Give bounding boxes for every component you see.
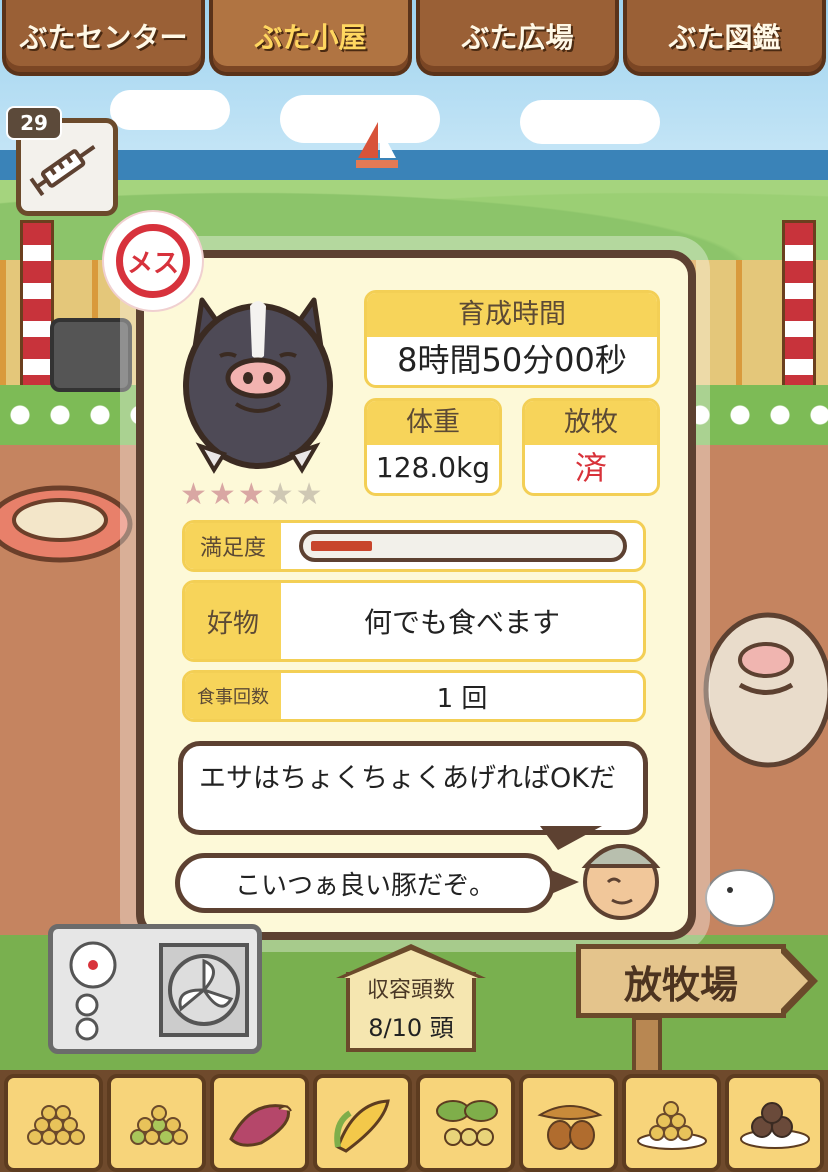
sailboat-icon <box>356 122 398 168</box>
tab-label: ぶた小屋 <box>254 21 367 54</box>
rating-stars: ★ ★ ★ ★ ★ <box>180 480 323 510</box>
star-filled-icon: ★ <box>208 477 236 512</box>
gender-label: メス <box>126 248 179 279</box>
syringe-count-badge: 29 <box>6 106 62 140</box>
food-slot-corn[interactable] <box>313 1074 412 1172</box>
dumpling-plate-icon <box>739 1102 810 1149</box>
acorn-icon <box>536 1105 603 1150</box>
fan-icon <box>69 941 249 1041</box>
striped-post <box>20 220 54 400</box>
food-slot-grain[interactable] <box>4 1074 103 1172</box>
capacity-value: 8/10 頭 <box>368 1014 454 1042</box>
satisfaction-content <box>281 523 643 569</box>
tab-buta-hiroba[interactable]: ぶた広場 <box>416 0 619 76</box>
pasture-label: 放牧場 <box>623 962 738 1007</box>
food-slot-dumpling-plate[interactable] <box>725 1074 824 1172</box>
satisfaction-bar <box>299 530 627 562</box>
weight-box: 体重 128.0kg <box>364 398 502 496</box>
star-filled-icon: ★ <box>180 477 207 512</box>
comment-bubble: こいつぁ良い豚だぞ。 <box>175 853 555 913</box>
tab-label: ぶた広場 <box>461 21 574 54</box>
food-slot-grain-plate[interactable] <box>622 1074 721 1172</box>
food-selection-bar <box>0 1070 828 1172</box>
star-filled-icon: ★ <box>237 477 265 512</box>
soybean-icon <box>435 1100 498 1146</box>
advice-bubble: エサはちょくちょくあげればOKだ <box>178 741 648 835</box>
pasture-board: 放牧場 <box>576 944 786 1018</box>
sign-post <box>632 1016 662 1076</box>
growth-time-value: 8時間50分00秒 <box>397 341 627 379</box>
satisfaction-fill <box>311 541 372 551</box>
comment-bubble-tail <box>551 870 579 894</box>
favorite-food-value: 何でも食べます <box>363 606 560 639</box>
fan-control-panel[interactable] <box>48 924 262 1054</box>
cloud <box>520 100 660 144</box>
grain-pile-icon <box>26 1105 85 1145</box>
satisfaction-label: 満足度 <box>185 523 281 569</box>
food-slot-soybean[interactable] <box>416 1074 515 1172</box>
favorite-food-label: 好物 <box>185 583 281 659</box>
grazing-value: 済 <box>574 449 607 487</box>
favorite-food-row: 好物 何でも食べます <box>182 580 646 662</box>
meal-count-label: 食事回数 <box>185 673 281 719</box>
star-empty-icon: ★ <box>295 477 323 512</box>
meal-count-value: 1 回 <box>436 683 488 714</box>
mixed-grain-icon <box>129 1105 188 1145</box>
syringe-icon <box>29 145 96 197</box>
star-empty-icon: ★ <box>266 477 294 512</box>
cloud <box>110 90 230 130</box>
food-slot-sweet-potato[interactable] <box>210 1074 309 1172</box>
weight-value: 128.0kg <box>375 451 491 484</box>
grain-plate-icon <box>636 1101 707 1150</box>
pasture-button[interactable]: 放牧場 <box>576 944 822 1018</box>
pasture-arrow-tip-inner <box>780 952 808 1010</box>
bird-icon <box>705 869 775 927</box>
top-tab-bar: ぶたセンター ぶた小屋 ぶた広場 ぶた図鑑 <box>0 0 828 80</box>
tab-buta-zukan[interactable]: ぶた図鑑 <box>623 0 826 76</box>
growth-time-label: 育成時間 <box>367 293 657 337</box>
black-pig-icon <box>183 297 333 474</box>
food-slot-acorn[interactable] <box>519 1074 618 1172</box>
capacity-label: 収容頭数 <box>366 978 455 1003</box>
growth-time-box: 育成時間 8時間50分00秒 <box>364 290 660 388</box>
tab-buta-center[interactable]: ぶたセンター <box>2 0 205 76</box>
female-symbol-icon: メス <box>116 224 190 298</box>
pig-character-icon <box>703 612 828 768</box>
satisfaction-row: 満足度 <box>182 520 646 572</box>
tab-label: ぶた図鑑 <box>668 21 781 54</box>
grazing-label: 放牧 <box>525 401 657 445</box>
farmer-avatar-icon <box>581 844 661 920</box>
sweet-potato-icon <box>228 1104 292 1147</box>
food-bowl-icon <box>0 485 133 563</box>
comment-text: こいつぁ良い豚だぞ。 <box>234 870 495 901</box>
corn-icon <box>333 1099 390 1153</box>
meal-count-row: 食事回数 1 回 <box>182 670 646 722</box>
weight-label: 体重 <box>367 401 499 445</box>
striped-post <box>782 220 816 400</box>
food-slot-mixed-grain[interactable] <box>107 1074 206 1172</box>
tab-label: ぶたセンター <box>19 21 188 54</box>
tab-buta-koya[interactable]: ぶた小屋 <box>209 0 412 76</box>
capacity-sign: 収容頭数 8/10 頭 <box>336 944 486 1052</box>
advice-text: エサはちょくちょくあげればOKだ <box>199 763 616 794</box>
grazing-box: 放牧 済 <box>522 398 660 496</box>
